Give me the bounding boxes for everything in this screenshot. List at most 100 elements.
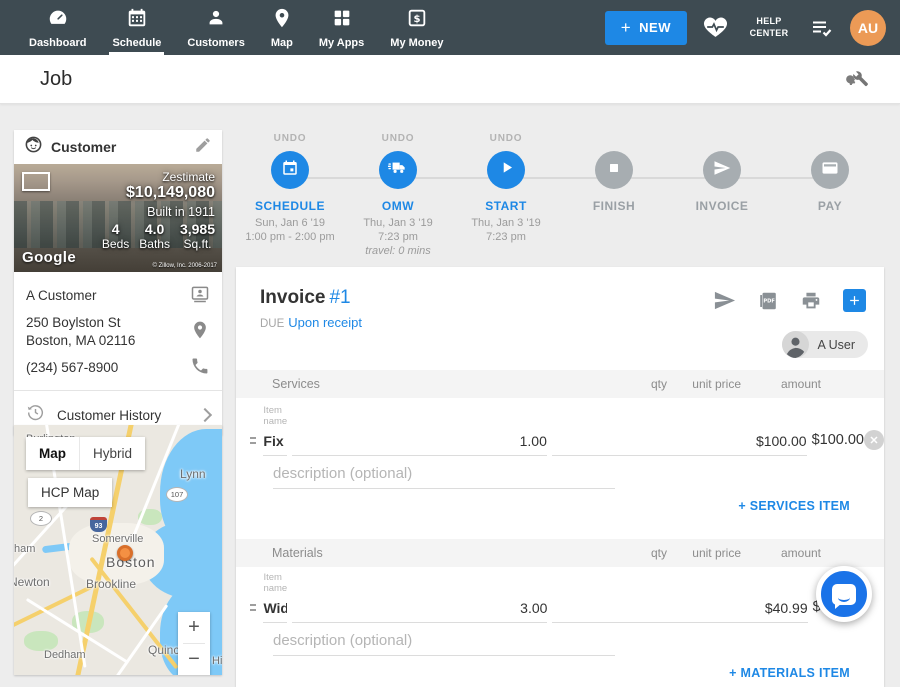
user-avatar[interactable]: AU bbox=[850, 10, 886, 46]
nav-my-money-label: My Money bbox=[390, 37, 443, 49]
new-button-label: NEW bbox=[639, 20, 671, 35]
send-icon bbox=[713, 159, 731, 182]
start-step-button[interactable] bbox=[487, 151, 525, 189]
zoom-out-button[interactable]: − bbox=[178, 644, 210, 675]
start-step-label: START bbox=[485, 199, 527, 213]
contact-card-icon[interactable] bbox=[190, 284, 210, 309]
drag-handle-icon[interactable] bbox=[250, 434, 256, 447]
add-invoice-button[interactable] bbox=[843, 289, 866, 312]
map-pin-icon bbox=[271, 7, 293, 34]
nav-map[interactable]: Map bbox=[258, 0, 306, 55]
timeline-step-finish: FINISH bbox=[560, 133, 668, 258]
baths-value: 4.0 bbox=[139, 222, 170, 237]
amount-header: amount bbox=[746, 546, 821, 560]
new-button[interactable]: + NEW bbox=[605, 11, 687, 45]
add-services-item-link[interactable]: + SERVICES ITEM bbox=[738, 499, 850, 513]
services-item-row: Item name $100.00 bbox=[236, 405, 884, 456]
grid-icon bbox=[331, 7, 353, 34]
help-center-link[interactable]: HELP CENTER bbox=[744, 16, 794, 39]
materials-item-row: Item name $122.97 bbox=[236, 572, 884, 623]
materials-section-label: Materials bbox=[272, 546, 594, 560]
map-widget[interactable]: 107 2 93 Burlington Lynn Somerville ham … bbox=[14, 425, 222, 675]
omw-date: Thu, Jan 3 '19 bbox=[363, 217, 432, 229]
customer-name-row: A Customer bbox=[26, 278, 210, 314]
hcp-map-button[interactable]: HCP Map bbox=[28, 478, 112, 507]
qty-header: qty bbox=[599, 546, 667, 560]
drag-handle-icon[interactable] bbox=[250, 601, 256, 614]
due-value-link[interactable]: Upon receipt bbox=[288, 315, 362, 330]
truck-icon bbox=[388, 158, 408, 183]
pdf-icon[interactable]: PDF bbox=[757, 290, 779, 312]
omw-time: 7:23 pm bbox=[378, 231, 418, 243]
address-line2: Boston, MA 02116 bbox=[26, 333, 135, 348]
send-invoice-icon[interactable] bbox=[713, 289, 736, 312]
map-type-hybrid-button[interactable]: Hybrid bbox=[79, 437, 145, 470]
omw-step-button[interactable] bbox=[379, 151, 417, 189]
undo-omw-button[interactable]: UNDO bbox=[382, 133, 415, 149]
material-description-row bbox=[273, 630, 615, 656]
customer-name: A Customer bbox=[26, 287, 97, 305]
nav-customers[interactable]: Customers bbox=[174, 0, 257, 55]
main-nav: Dashboard Schedule Customers Map My Apps… bbox=[0, 0, 456, 55]
add-materials-item-link[interactable]: + MATERIALS ITEM bbox=[729, 666, 850, 680]
due-label: DUE bbox=[260, 318, 284, 330]
job-settings-icon[interactable] bbox=[846, 65, 870, 94]
assigned-user-name: A User bbox=[817, 338, 855, 352]
city-label-dedham: Dedham bbox=[44, 649, 86, 661]
chat-bubble-button[interactable] bbox=[816, 566, 872, 622]
invoice-title: Invoice#1 bbox=[260, 287, 351, 309]
invoice-card: Invoice#1 DUEUpon receipt PDF A User Ser… bbox=[236, 267, 884, 687]
invoice-number: #1 bbox=[329, 287, 350, 308]
nav-dashboard[interactable]: Dashboard bbox=[16, 0, 99, 55]
svg-text:PDF: PDF bbox=[763, 298, 775, 304]
material-item-name-input[interactable] bbox=[263, 598, 287, 623]
service-unit-price-input[interactable] bbox=[552, 431, 807, 456]
invoice-step-button[interactable] bbox=[703, 151, 741, 189]
material-qty-input[interactable] bbox=[292, 598, 547, 623]
service-amount: $100.00 bbox=[812, 432, 864, 456]
materials-header-band: Materials qty unit price amount bbox=[236, 539, 884, 567]
service-qty-input[interactable] bbox=[292, 431, 547, 456]
city-label-hingham-partial: Hi bbox=[212, 655, 222, 667]
credit-card-icon-button[interactable] bbox=[811, 151, 849, 189]
nav-my-money[interactable]: $ My Money bbox=[377, 0, 456, 55]
undo-schedule-button[interactable]: UNDO bbox=[274, 133, 307, 149]
map-type-map-button[interactable]: Map bbox=[26, 437, 79, 470]
nav-schedule-label: Schedule bbox=[112, 37, 161, 49]
stat-beds: 4 Beds bbox=[102, 222, 129, 251]
zoom-in-button[interactable]: + bbox=[178, 612, 210, 643]
remove-service-item-icon[interactable] bbox=[864, 430, 884, 450]
nav-schedule[interactable]: Schedule bbox=[99, 0, 174, 55]
customers-icon bbox=[205, 7, 227, 34]
service-description-row bbox=[273, 463, 615, 489]
phone-icon[interactable] bbox=[190, 356, 210, 381]
nav-my-apps[interactable]: My Apps bbox=[306, 0, 377, 55]
heart-pulse-icon[interactable] bbox=[703, 15, 728, 40]
calendar-event-icon bbox=[281, 159, 299, 182]
print-icon[interactable] bbox=[800, 290, 822, 312]
material-unit-price-input[interactable] bbox=[552, 598, 807, 623]
finish-step-button[interactable] bbox=[595, 151, 633, 189]
edit-pencil-icon[interactable] bbox=[194, 136, 212, 159]
user-silhouette-icon bbox=[782, 331, 809, 358]
assigned-user-chip[interactable]: A User bbox=[782, 331, 868, 358]
schedule-step-button[interactable] bbox=[271, 151, 309, 189]
undo-start-button[interactable]: UNDO bbox=[490, 133, 523, 149]
service-description-input[interactable] bbox=[273, 463, 615, 489]
credit-card-icon bbox=[821, 159, 839, 182]
location-pin-icon[interactable] bbox=[190, 320, 210, 345]
service-name-field: Item name bbox=[263, 405, 287, 456]
list-check-icon[interactable] bbox=[810, 16, 834, 40]
zestimate-label: Zestimate bbox=[162, 170, 215, 184]
invoice-due: DUE Upon receipt bbox=[260, 315, 362, 330]
service-item-name-input[interactable] bbox=[263, 431, 287, 456]
finish-step-label: FINISH bbox=[593, 199, 635, 213]
baths-label: Baths bbox=[139, 237, 170, 251]
material-description-input[interactable] bbox=[273, 630, 615, 656]
customer-card-header: Customer bbox=[14, 130, 222, 164]
stat-sqft: 3,985 Sq.ft. bbox=[180, 222, 215, 251]
history-icon bbox=[26, 403, 45, 427]
nav-customers-label: Customers bbox=[187, 37, 244, 49]
customer-phone-row: (234) 567-8900 bbox=[26, 350, 210, 386]
stop-icon bbox=[606, 160, 622, 181]
